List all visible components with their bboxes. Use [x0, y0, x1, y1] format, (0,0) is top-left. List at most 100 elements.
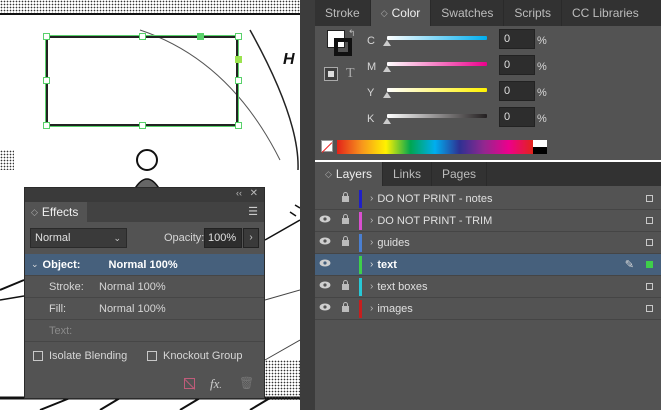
- layer-target-square[interactable]: [646, 217, 653, 224]
- halftone-patch: [0, 150, 14, 170]
- effects-row-stroke[interactable]: Stroke: Normal 100%: [25, 276, 264, 298]
- chevron-right-icon[interactable]: ›: [243, 228, 259, 248]
- frame-in-port[interactable]: [197, 33, 204, 40]
- channel-k-input[interactable]: [499, 107, 535, 127]
- lock-icon[interactable]: [335, 236, 355, 249]
- fx-glyph: fx: [210, 376, 220, 391]
- color-panel-tabbar: Stroke ◇ Color Swatches Scripts CC Librar…: [315, 0, 661, 26]
- swap-fill-stroke-icon[interactable]: ↰: [348, 28, 356, 39]
- lock-icon[interactable]: [335, 192, 355, 205]
- frame-handle-bottom-left[interactable]: [43, 122, 50, 129]
- channel-m-input[interactable]: [499, 55, 535, 75]
- blend-mode-value: Normal: [35, 232, 71, 244]
- blend-mode-select[interactable]: Normal ⌄: [30, 228, 127, 248]
- expand-chevron-icon[interactable]: ›: [370, 303, 373, 314]
- channel-c-slider[interactable]: [387, 36, 487, 40]
- effects-row-object[interactable]: ⌄ Object: Normal 100%: [25, 254, 264, 276]
- layer-name: text boxes: [377, 280, 428, 293]
- opacity-input[interactable]: 100%: [204, 228, 242, 248]
- tab-effects[interactable]: ◇ Effects: [25, 202, 87, 222]
- frame-handle-top-left[interactable]: [43, 33, 50, 40]
- tab-swatches[interactable]: Swatches: [431, 0, 505, 26]
- lock-icon[interactable]: [335, 302, 355, 315]
- layer-target-square[interactable]: [646, 239, 653, 246]
- formatting-container-icon[interactable]: [324, 67, 338, 81]
- lock-icon[interactable]: [335, 280, 355, 293]
- expand-chevron-icon[interactable]: ›: [370, 259, 373, 270]
- percent-unit: %: [537, 35, 547, 47]
- checkbox-box[interactable]: [147, 351, 157, 361]
- layer-row[interactable]: › DO NOT PRINT - notes: [315, 188, 661, 210]
- layer-row-selected[interactable]: › text ✎: [315, 254, 661, 276]
- layer-target-square[interactable]: [646, 261, 653, 268]
- selected-text-frame[interactable]: [45, 35, 239, 127]
- layer-target-square[interactable]: [646, 195, 653, 202]
- frame-out-port[interactable]: [235, 56, 242, 63]
- eye-icon[interactable]: [315, 215, 335, 226]
- channel-y-input[interactable]: [499, 81, 535, 101]
- tab-stroke[interactable]: Stroke: [315, 0, 371, 26]
- formatting-text-icon[interactable]: T: [346, 66, 355, 82]
- black-swatch[interactable]: [533, 147, 547, 154]
- tab-label: Stroke: [325, 6, 360, 20]
- effects-row-label: Text:: [49, 324, 73, 337]
- expand-chevron-icon[interactable]: ›: [370, 193, 373, 204]
- tab-label: Scripts: [514, 6, 552, 20]
- knockout-group-checkbox[interactable]: Knockout Group: [147, 350, 243, 362]
- eye-icon[interactable]: [315, 303, 335, 314]
- channel-c-input[interactable]: [499, 29, 535, 49]
- slider-thumb-icon[interactable]: [383, 118, 391, 124]
- layer-row[interactable]: › images: [315, 298, 661, 320]
- frame-handle-bottom-middle[interactable]: [139, 122, 146, 129]
- color-spectrum[interactable]: [337, 140, 533, 154]
- eye-icon[interactable]: [315, 281, 335, 292]
- trash-icon[interactable]: 🗑: [239, 376, 254, 390]
- stroke-swatch[interactable]: [334, 38, 352, 56]
- frame-handle-middle-left[interactable]: [43, 77, 50, 84]
- channel-m-slider[interactable]: [387, 62, 487, 66]
- tab-pages[interactable]: Pages: [432, 162, 487, 186]
- panel-menu-icon[interactable]: ☰: [248, 205, 258, 218]
- slider-thumb-icon[interactable]: [383, 66, 391, 72]
- layer-target-square[interactable]: [646, 283, 653, 290]
- fx-icon[interactable]: fx.: [210, 376, 222, 392]
- tab-scripts[interactable]: Scripts: [504, 0, 563, 26]
- layer-target-square[interactable]: [646, 305, 653, 312]
- effects-row-fill[interactable]: Fill: Normal 100%: [25, 298, 264, 320]
- frame-handle-bottom-right[interactable]: [235, 122, 242, 129]
- eye-icon[interactable]: [315, 259, 335, 270]
- expand-chevron-icon[interactable]: ›: [370, 281, 373, 292]
- tab-label: CC Libraries: [572, 6, 639, 20]
- eye-icon[interactable]: [315, 237, 335, 248]
- layer-color-bar: [359, 233, 362, 252]
- layer-row[interactable]: › text boxes: [315, 276, 661, 298]
- checkbox-box[interactable]: [33, 351, 43, 361]
- channel-k-slider[interactable]: [387, 114, 487, 118]
- close-icon[interactable]: ✕: [250, 188, 258, 199]
- effects-titlebar[interactable]: ‹‹ ✕: [25, 188, 264, 202]
- none-swatch[interactable]: [321, 140, 333, 153]
- tab-links[interactable]: Links: [383, 162, 432, 186]
- effects-row-label: Fill:: [49, 302, 67, 315]
- collapse-panel-icon[interactable]: ‹‹: [236, 188, 242, 198]
- tab-layers[interactable]: ◇ Layers: [315, 162, 383, 186]
- clear-slash: [184, 379, 196, 390]
- layer-row[interactable]: › DO NOT PRINT - TRIM: [315, 210, 661, 232]
- lock-icon[interactable]: [335, 214, 355, 227]
- layer-row[interactable]: › guides: [315, 232, 661, 254]
- clear-effects-icon[interactable]: [184, 378, 196, 390]
- frame-handle-top-right[interactable]: [235, 33, 242, 40]
- layer-color-bar: [359, 277, 362, 296]
- expand-chevron-icon[interactable]: ›: [370, 215, 373, 226]
- frame-handle-middle-right[interactable]: [235, 77, 242, 84]
- white-swatch[interactable]: [533, 140, 547, 147]
- slider-thumb-icon[interactable]: [383, 92, 391, 98]
- isolate-blending-checkbox[interactable]: Isolate Blending: [33, 350, 127, 362]
- tab-cc-libraries[interactable]: CC Libraries: [562, 0, 649, 26]
- expand-chevron-icon[interactable]: ›: [370, 237, 373, 248]
- frame-handle-top-middle[interactable]: [139, 33, 146, 40]
- channel-y-slider[interactable]: [387, 88, 487, 92]
- slider-thumb-icon[interactable]: [383, 40, 391, 46]
- tab-color[interactable]: ◇ Color: [370, 0, 432, 26]
- tab-label: Color: [391, 6, 421, 20]
